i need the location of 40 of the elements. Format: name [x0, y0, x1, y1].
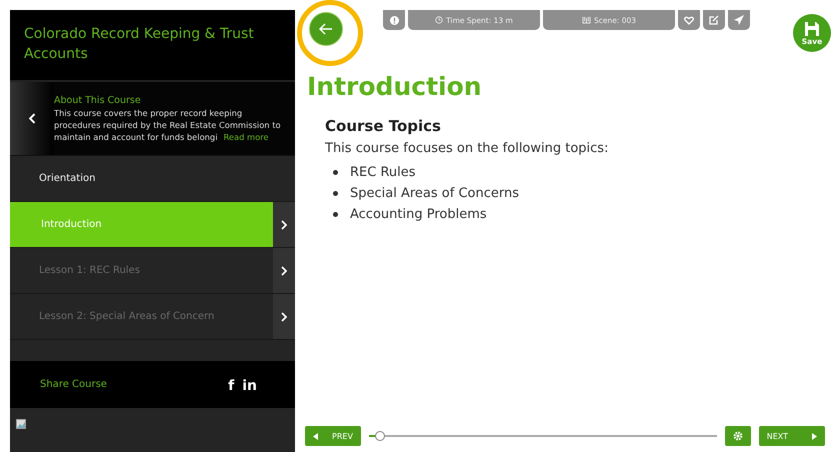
course-title: Colorado Record Keeping & Trust Accounts [10, 10, 295, 80]
heart-icon [684, 16, 694, 24]
read-more-link[interactable]: Read more [224, 132, 268, 142]
intro-text: This course focuses on the following topics: [325, 141, 610, 156]
settings-button[interactable] [724, 426, 751, 446]
topic-item: Accounting Problems [350, 206, 487, 224]
next-button[interactable]: NEXT [758, 426, 825, 446]
about-heading: About This Course [54, 94, 142, 106]
chevron-left-icon [28, 113, 36, 124]
section-heading: Course Topics [325, 117, 442, 135]
lesson-item[interactable]: Introduction [10, 202, 273, 247]
topic-item: REC Rules [350, 164, 416, 182]
bullet-icon [333, 170, 338, 175]
facebook-link[interactable]: f [228, 378, 234, 394]
clock-icon [435, 16, 444, 24]
send-button[interactable] [728, 10, 750, 30]
favorite-button[interactable] [678, 10, 700, 30]
linkedin-link[interactable]: in [242, 378, 257, 394]
progress-thumb[interactable] [375, 431, 386, 441]
chevron-right-icon [281, 312, 287, 322]
back-button[interactable] [309, 12, 343, 46]
share-label: Share Course [40, 379, 107, 390]
bullet-icon [333, 191, 338, 196]
chevron-right-icon [281, 220, 287, 230]
edit-icon [709, 15, 719, 25]
triangle-left-icon [313, 432, 318, 440]
chevron-right-icon [281, 266, 287, 276]
notes-button[interactable] [703, 10, 725, 30]
paper-plane-icon [734, 15, 744, 25]
page-title: Introduction [307, 72, 483, 101]
prev-button[interactable]: PREV [305, 426, 361, 446]
info-button[interactable] [383, 10, 405, 30]
arrow-left-icon [319, 23, 333, 35]
broken-image-icon [16, 419, 26, 429]
settings-icon [732, 431, 743, 441]
about-text: This course covers the proper record keeping procedures required by the Real Estate Commission to maintain and account for funds belongi Read more [54, 106, 282, 142]
triangle-right-icon [812, 432, 817, 440]
info-icon [390, 16, 398, 24]
topic-item: Special Areas of Concerns [350, 185, 519, 203]
bullet-icon [333, 212, 338, 217]
